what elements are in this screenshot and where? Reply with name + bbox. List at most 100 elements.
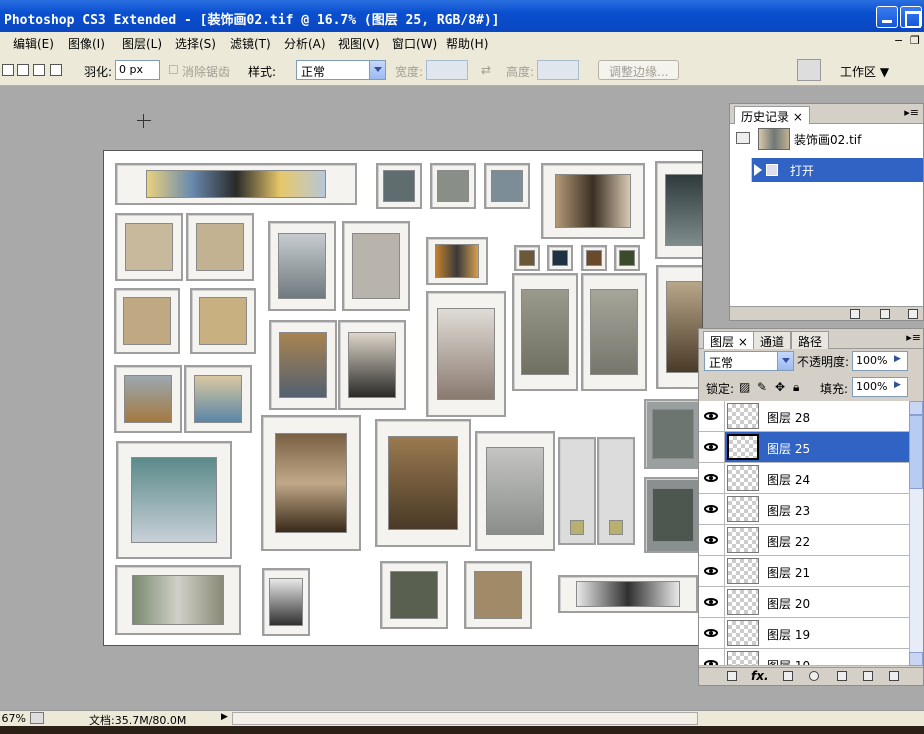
status-info-icon[interactable] bbox=[30, 712, 44, 724]
visibility-toggle[interactable] bbox=[699, 618, 725, 649]
zoom-level[interactable]: 67% bbox=[0, 712, 26, 725]
menu-layer[interactable]: 图层(L) bbox=[122, 35, 162, 52]
new-layer-icon[interactable] bbox=[863, 671, 873, 681]
visibility-toggle[interactable] bbox=[699, 525, 725, 556]
opacity-slider-arrow-icon[interactable]: ▶ bbox=[894, 354, 901, 364]
new-group-icon[interactable] bbox=[837, 671, 847, 681]
layer-row[interactable]: 图层 23 bbox=[725, 494, 909, 525]
menu-help[interactable]: 帮助(H) bbox=[446, 35, 488, 52]
artwork-frame bbox=[484, 163, 530, 209]
layers-panel-footer: fx. bbox=[699, 667, 923, 685]
layer-row[interactable]: 图层 10 bbox=[725, 649, 909, 666]
menu-select[interactable]: 选择(S) bbox=[175, 35, 216, 52]
menu-filter[interactable]: 滤镜(T) bbox=[230, 35, 271, 52]
menu-view[interactable]: 视图(V) bbox=[338, 35, 380, 52]
trash-icon[interactable] bbox=[889, 671, 899, 681]
layer-row[interactable]: 图层 22 bbox=[725, 525, 909, 556]
layer-row-selected[interactable]: 图层 25 bbox=[725, 432, 909, 463]
antialias-checkbox[interactable]: ☐ bbox=[168, 63, 179, 77]
fx-icon[interactable]: fx. bbox=[751, 669, 769, 683]
history-state-box[interactable] bbox=[730, 158, 752, 182]
refine-edge-button[interactable]: 调整边缘... bbox=[598, 60, 680, 80]
blend-mode-select[interactable]: 正常 bbox=[704, 351, 794, 371]
artwork-image bbox=[351, 233, 401, 299]
artwork-image bbox=[434, 244, 480, 278]
adjustment-layer-icon[interactable] bbox=[809, 671, 819, 681]
width-input[interactable] bbox=[426, 60, 468, 80]
menu-analysis[interactable]: 分析(A) bbox=[284, 35, 326, 52]
status-menu-arrow-icon[interactable]: ▶ bbox=[221, 712, 228, 722]
lock-image-icon[interactable]: ✎ bbox=[757, 380, 767, 394]
snapshot-brush-icon[interactable] bbox=[736, 132, 750, 144]
height-input[interactable] bbox=[537, 60, 579, 80]
horizontal-scrollbar[interactable] bbox=[232, 712, 698, 725]
layer-row[interactable]: 图层 24 bbox=[725, 463, 909, 494]
history-state-marker-icon bbox=[754, 164, 762, 176]
artwork-image bbox=[388, 435, 458, 531]
maximize-button[interactable] bbox=[900, 6, 922, 28]
minimize-button[interactable] bbox=[876, 6, 898, 28]
lock-position-icon[interactable]: ✥ bbox=[775, 380, 785, 394]
visibility-toggle[interactable] bbox=[699, 401, 725, 432]
visibility-toggle[interactable] bbox=[699, 587, 725, 618]
workspace-button[interactable]: 工作区 ▼ bbox=[840, 63, 889, 80]
artwork-frame bbox=[380, 561, 448, 629]
artwork-frame bbox=[342, 221, 410, 311]
opacity-label: 不透明度: bbox=[797, 355, 850, 369]
lock-transparent-icon[interactable]: ▨ bbox=[739, 380, 750, 394]
scroll-thumb[interactable] bbox=[909, 415, 923, 489]
style-select[interactable]: 正常 bbox=[296, 60, 386, 80]
layers-panel: 图层 × 通道 路径 ▸≡ 正常 不透明度: 100% ▶ 锁定: ▨ ✎ ✥ … bbox=[698, 328, 924, 686]
doc-restore-icon[interactable]: ❐ bbox=[910, 34, 920, 47]
layer-row[interactable]: 图层 21 bbox=[725, 556, 909, 587]
visibility-toggle[interactable] bbox=[699, 556, 725, 587]
add-selection-icon[interactable] bbox=[17, 64, 29, 76]
tab-paths[interactable]: 路径 bbox=[791, 331, 830, 349]
tab-channels[interactable]: 通道 bbox=[753, 331, 792, 349]
layer-name: 图层 24 bbox=[767, 473, 811, 487]
trash-icon[interactable] bbox=[908, 309, 918, 319]
layer-row[interactable]: 图层 19 bbox=[725, 618, 909, 649]
artwork-frame bbox=[115, 213, 183, 281]
visibility-toggle[interactable] bbox=[699, 494, 725, 525]
menu-image[interactable]: 图像(I) bbox=[68, 35, 105, 52]
history-panel-tabs: 历史记录 × ▸≡ bbox=[730, 104, 923, 124]
swap-icon[interactable]: ⇄ bbox=[481, 63, 491, 77]
visibility-toggle[interactable] bbox=[699, 432, 725, 463]
new-document-from-state-icon[interactable] bbox=[850, 309, 860, 319]
tab-history[interactable]: 历史记录 × bbox=[734, 106, 810, 124]
history-snapshot[interactable]: 装饰画02.tif bbox=[730, 126, 923, 150]
history-step[interactable]: 打开 bbox=[730, 158, 923, 182]
artwork-frame bbox=[558, 575, 698, 613]
artwork-frame bbox=[514, 245, 540, 271]
new-selection-icon[interactable] bbox=[2, 64, 14, 76]
visibility-toggle[interactable] bbox=[699, 649, 725, 666]
tab-layers[interactable]: 图层 × bbox=[703, 331, 755, 349]
bridge-icon[interactable] bbox=[797, 59, 821, 81]
intersect-selection-icon[interactable] bbox=[50, 64, 62, 76]
menu-window[interactable]: 窗口(W) bbox=[392, 35, 437, 52]
link-layers-icon[interactable] bbox=[727, 671, 737, 681]
subtract-selection-icon[interactable] bbox=[33, 64, 45, 76]
eye-icon bbox=[704, 629, 718, 637]
add-mask-icon[interactable] bbox=[783, 671, 793, 681]
scroll-up-icon[interactable] bbox=[909, 401, 923, 415]
lock-all-icon[interactable]: 🔒︎ bbox=[793, 380, 799, 395]
artwork-frame bbox=[114, 288, 180, 354]
layer-row[interactable]: 图层 28 bbox=[725, 401, 909, 432]
fill-slider-arrow-icon[interactable]: ▶ bbox=[894, 380, 901, 390]
menu-edit[interactable]: 编辑(E) bbox=[13, 35, 54, 52]
layer-row[interactable]: 图层 20 bbox=[725, 587, 909, 618]
scroll-down-icon[interactable] bbox=[909, 652, 923, 666]
history-panel-footer bbox=[730, 306, 923, 320]
chevron-down-icon bbox=[369, 61, 385, 79]
panel-menu-icon[interactable]: ▸≡ bbox=[906, 331, 921, 344]
panel-menu-icon[interactable]: ▸≡ bbox=[904, 106, 919, 119]
status-bar: 67% 文档:35.7M/80.0M ▶ bbox=[0, 710, 924, 727]
doc-minimize-icon[interactable]: − bbox=[894, 34, 903, 47]
create-snapshot-icon[interactable] bbox=[880, 309, 890, 319]
document-canvas[interactable] bbox=[103, 150, 703, 646]
artwork-image bbox=[609, 520, 623, 535]
feather-input[interactable]: 0 px bbox=[115, 60, 160, 80]
visibility-toggle[interactable] bbox=[699, 463, 725, 494]
